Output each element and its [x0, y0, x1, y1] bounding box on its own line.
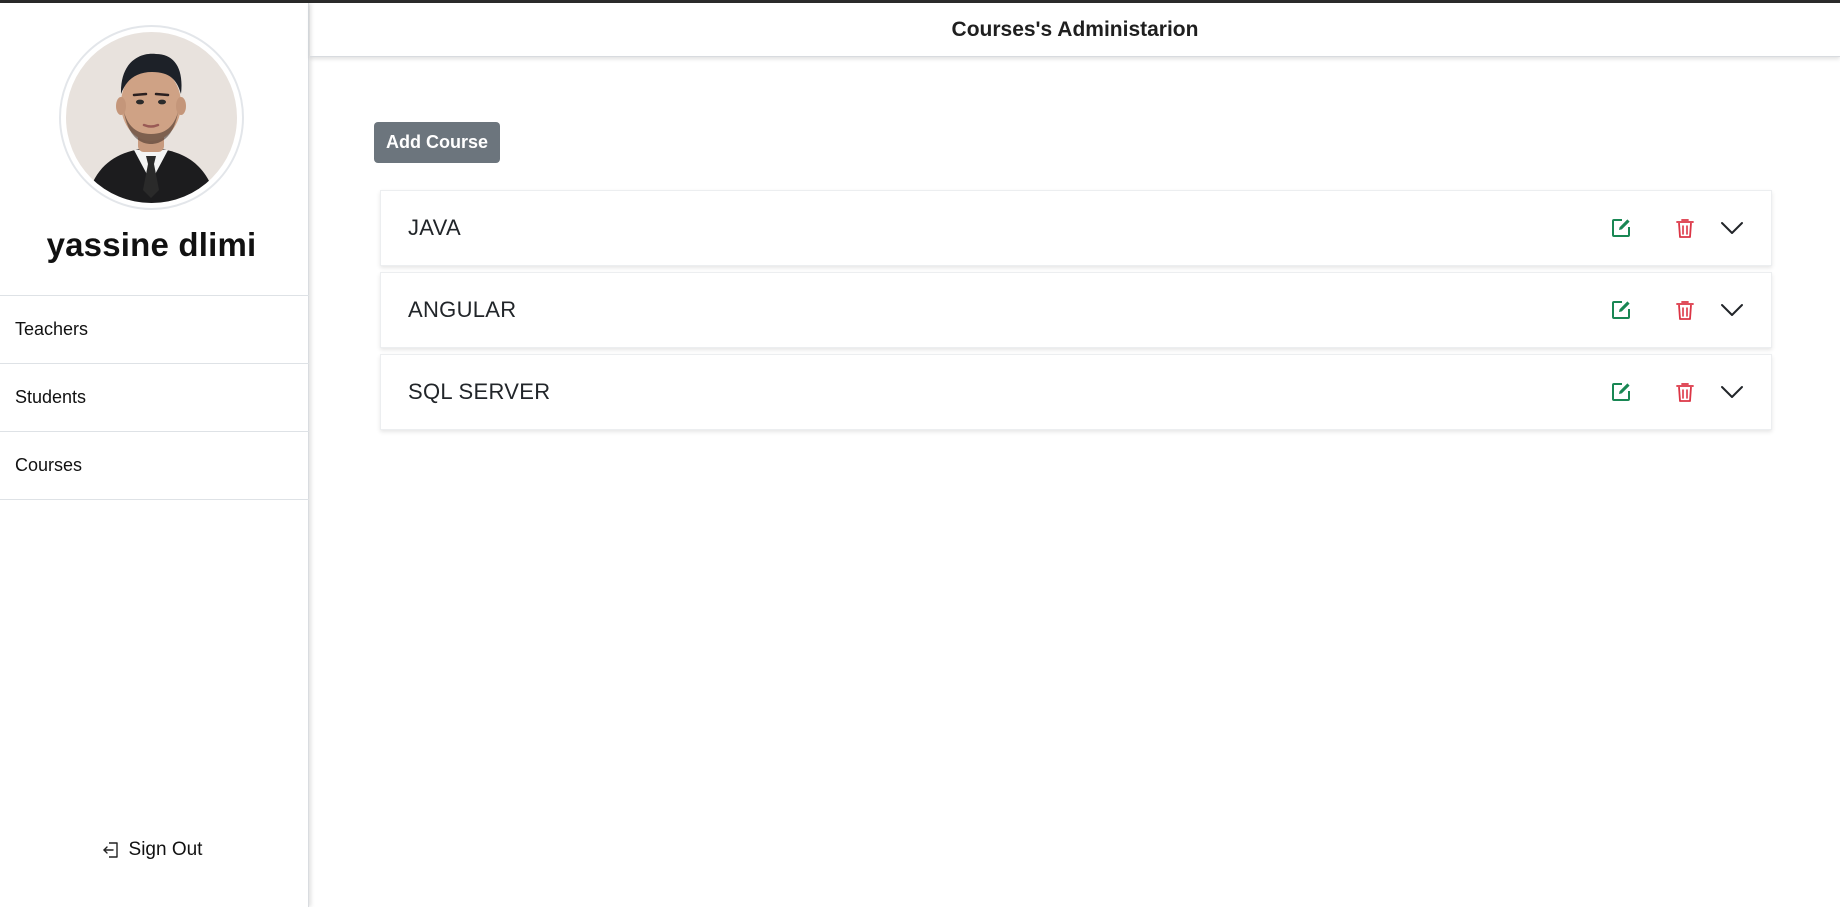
course-actions: [1609, 191, 1745, 265]
course-actions: [1609, 355, 1745, 429]
course-list: JAVA ANGULAR SQL SERVER: [380, 190, 1772, 436]
sidebar-item-courses[interactable]: Courses: [0, 432, 309, 500]
chevron-down-icon[interactable]: [1719, 216, 1745, 240]
sidebar-item-teachers[interactable]: Teachers: [0, 296, 309, 364]
sign-out-button[interactable]: Sign Out: [0, 839, 303, 861]
sign-out-label: Sign Out: [128, 839, 203, 860]
avatar: [59, 25, 244, 210]
course-name: ANGULAR: [408, 297, 517, 322]
course-name: JAVA: [408, 215, 461, 240]
sidebar-nav: Teachers Students Courses: [0, 295, 309, 500]
sidebar: yassine dlimi Teachers Students Courses …: [0, 3, 309, 907]
edit-icon[interactable]: [1609, 298, 1633, 322]
page-header: Courses's Administarion: [310, 3, 1840, 57]
user-name: yassine dlimi: [46, 226, 257, 263]
course-row-angular[interactable]: ANGULAR: [380, 272, 1772, 348]
sign-out-icon: [102, 842, 118, 858]
edit-icon[interactable]: [1609, 380, 1633, 404]
course-row-sql-server[interactable]: SQL SERVER: [380, 354, 1772, 430]
edit-icon[interactable]: [1609, 216, 1633, 240]
chevron-down-icon[interactable]: [1719, 380, 1745, 404]
trash-icon[interactable]: [1673, 298, 1697, 322]
add-course-button[interactable]: Add Course: [374, 122, 500, 163]
trash-icon[interactable]: [1673, 216, 1697, 240]
course-row-java[interactable]: JAVA: [380, 190, 1772, 266]
course-actions: [1609, 273, 1745, 347]
sidebar-item-students[interactable]: Students: [0, 364, 309, 432]
user-portrait-icon: [66, 32, 237, 203]
trash-icon[interactable]: [1673, 380, 1697, 404]
chevron-down-icon[interactable]: [1719, 298, 1745, 322]
course-name: SQL SERVER: [408, 379, 551, 404]
page-title: Courses's Administarion: [951, 17, 1199, 41]
